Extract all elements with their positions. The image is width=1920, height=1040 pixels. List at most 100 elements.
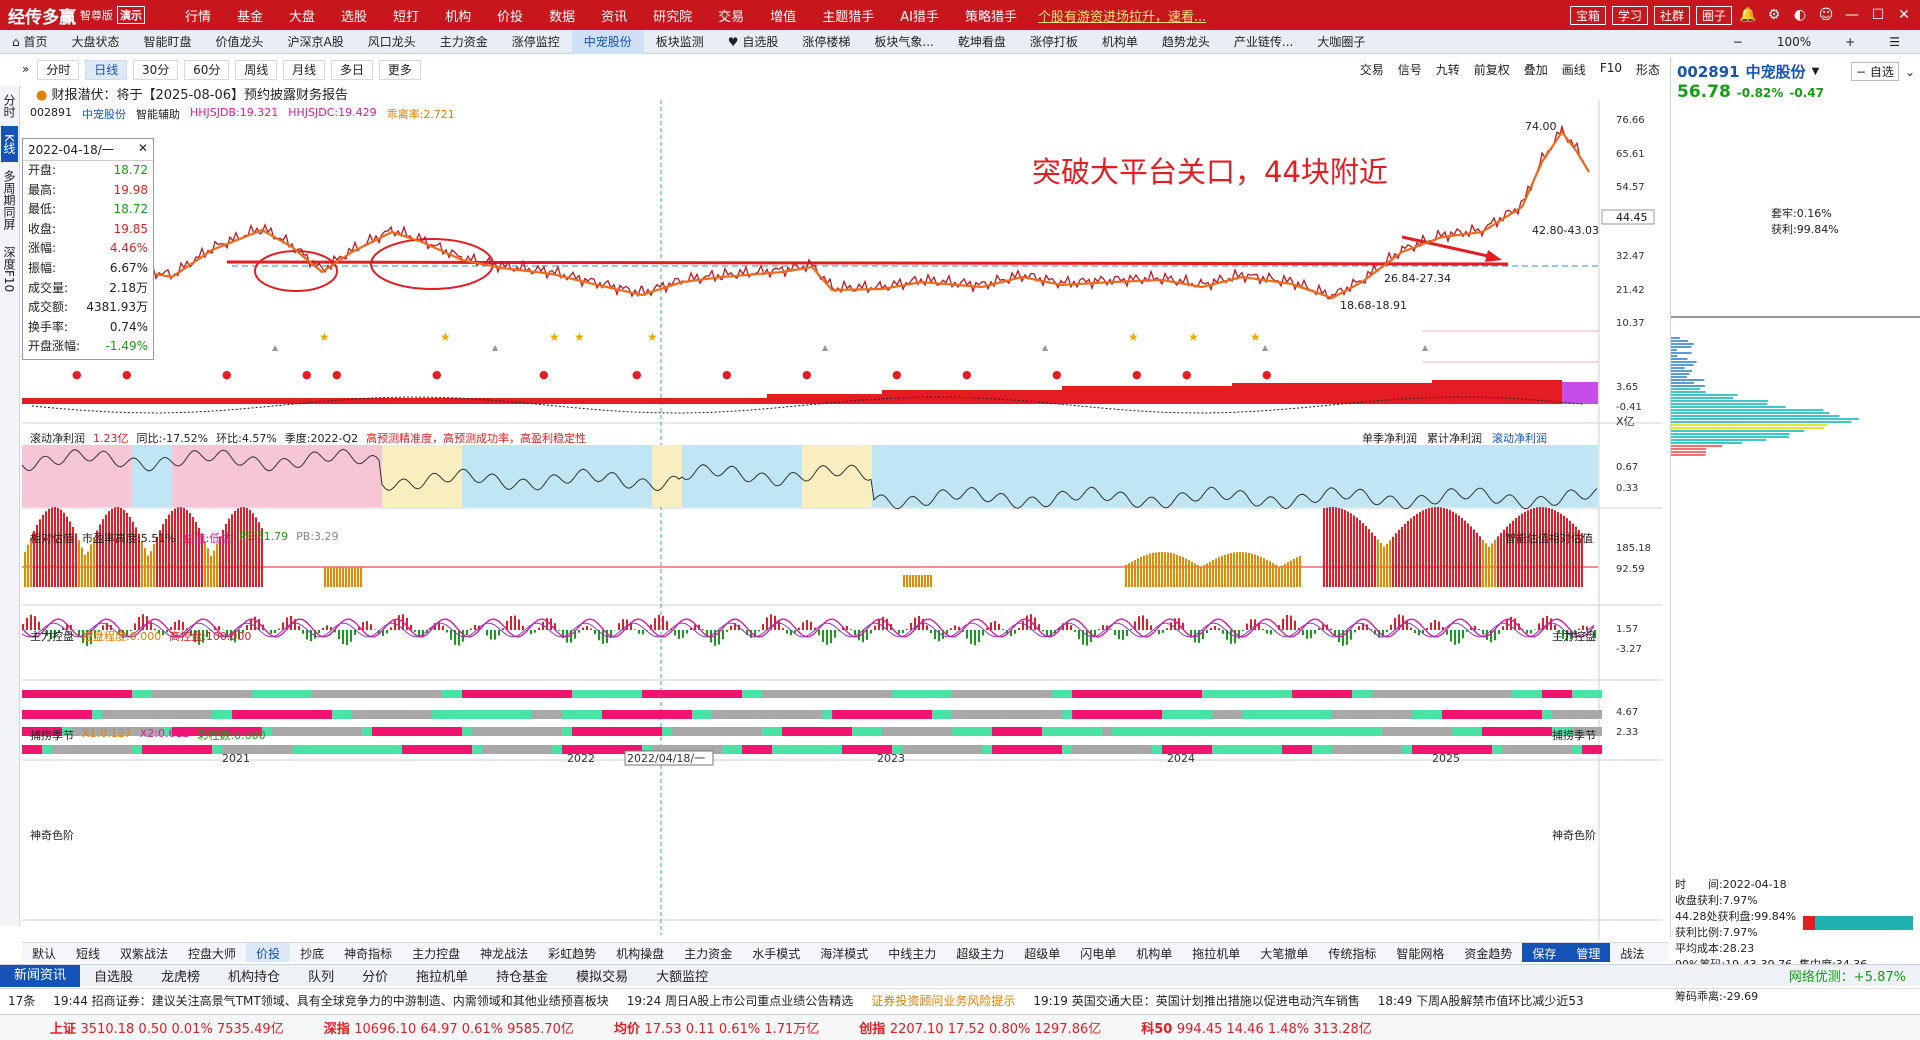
indicator-tab[interactable]: 双紫战法 (110, 943, 178, 962)
minimize-icon[interactable]: — (1842, 7, 1862, 23)
tool-overlay[interactable]: 叠加 (1524, 61, 1548, 78)
nav-minute[interactable]: 分时 (1, 86, 18, 126)
indicator-tab[interactable]: 神奇指标 (334, 943, 402, 962)
menu-ai-hunter[interactable]: AI猎手 (887, 6, 952, 25)
indicator-tab[interactable]: 智能网格 (1386, 943, 1454, 962)
close-icon[interactable]: ✕ (138, 141, 148, 158)
treasure-button[interactable]: 宝箱 (1570, 6, 1606, 25)
kline-chart-area[interactable]: 76.6665.6154.5744.4544.4532.4721.4210.37… (22, 100, 1670, 940)
indicator-tab[interactable]: 战法 (1610, 943, 1654, 962)
menu-value[interactable]: 价投 (484, 6, 536, 25)
period-daily[interactable]: 日线 (85, 60, 127, 80)
indicator-tab[interactable]: 传统指标 (1318, 943, 1386, 962)
nav-kline[interactable]: K线 (1, 126, 18, 162)
menu-strategy-hunter[interactable]: 策略猎手 (952, 6, 1030, 25)
more-icon[interactable]: ⌄ (1905, 65, 1915, 79)
indicator-tab[interactable]: 保存 (1522, 943, 1566, 962)
menu-research[interactable]: 研究院 (640, 6, 705, 25)
tool-pattern[interactable]: 形态 (1636, 61, 1660, 78)
tab-value-leader[interactable]: 价值龙头 (203, 33, 275, 50)
menu-trade[interactable]: 交易 (705, 6, 757, 25)
indicator-tab[interactable]: 抄底 (290, 943, 334, 962)
tab-limit-ladder[interactable]: 涨停楼梯 (790, 33, 862, 50)
indicator-tab[interactable]: 管理 (1566, 943, 1610, 962)
indicator-tab[interactable]: 控盘大师 (178, 943, 246, 962)
color-panel-right[interactable]: 神奇色阶 (1552, 827, 1596, 843)
indicator-tab[interactable]: 机构操盘 (606, 943, 674, 962)
dropdown-icon[interactable]: ▼ (1812, 66, 1820, 77)
learn-button[interactable]: 学习 (1612, 6, 1648, 25)
tab-expert-circle[interactable]: 大咖圈子 (1305, 33, 1377, 50)
indicator-tab[interactable]: 资金趋势 (1454, 943, 1522, 962)
indicator-tab[interactable]: 海洋模式 (810, 943, 878, 962)
period-more[interactable]: 更多 (379, 60, 421, 80)
tab-limit-up-monitor[interactable]: 涨停监控 (500, 33, 572, 50)
demo-badge[interactable]: 演示 (117, 6, 145, 24)
community-button[interactable]: 社群 (1654, 6, 1690, 25)
tab-smart-watch[interactable]: 智能盯盘 (131, 33, 203, 50)
indicator-tab[interactable]: 主力控盘 (402, 943, 470, 962)
close-icon[interactable]: ✕ (1894, 7, 1914, 23)
menu-theme-hunter[interactable]: 主题猎手 (809, 6, 887, 25)
tab-a-shares[interactable]: 沪深京A股 (276, 33, 356, 50)
period-multi-day[interactable]: 多日 (331, 60, 373, 80)
indicator-tab[interactable]: 机构单 (1126, 943, 1182, 962)
indicator-tab[interactable]: 大笔撤单 (1250, 943, 1318, 962)
bell-icon[interactable]: 🔔 (1738, 7, 1758, 23)
index-quote[interactable]: 创指 2207.10 17.52 0.80% 1297.86亿 (859, 1018, 1101, 1037)
maximize-icon[interactable]: ☐ (1868, 7, 1888, 23)
tab-sector-monitor[interactable]: 板块监测 (644, 33, 716, 50)
indicator-tab[interactable]: 超级单 (1014, 943, 1070, 962)
circle-button[interactable]: 圈子 (1696, 6, 1732, 25)
tab-sector-weather[interactable]: 板块气象... (862, 33, 945, 50)
index-quote[interactable]: 科50 994.45 14.46 1.48% 313.28亿 (1141, 1018, 1372, 1037)
skin-icon[interactable]: ◐ (1790, 7, 1810, 23)
tab-hot-leader[interactable]: 风口龙头 (356, 33, 428, 50)
indicator-tab[interactable]: 彩虹趋势 (538, 943, 606, 962)
bottom-tab[interactable]: 持仓基金 (482, 966, 562, 985)
bottom-tab[interactable]: 分价 (348, 966, 402, 985)
tab-institution-order[interactable]: 机构单 (1090, 33, 1150, 50)
indicator-tab[interactable]: 中线主力 (878, 943, 946, 962)
tab-market-view[interactable]: 乾坤看盘 (946, 33, 1018, 50)
indicator-tab[interactable]: 超级主力 (946, 943, 1014, 962)
tab-current-stock[interactable]: 中宠股份 (572, 30, 644, 54)
menu-institution[interactable]: 机构 (432, 6, 484, 25)
bottom-tab[interactable]: 大额监控 (642, 966, 722, 985)
news-item[interactable]: 19:24 周日A股上市公司重点业绩公告精选 (627, 992, 854, 1009)
nav-multi-period[interactable]: 多周期同屏 (1, 162, 18, 238)
menu-short[interactable]: 短打 (380, 6, 432, 25)
indicator-tab[interactable]: 价投 (246, 943, 290, 962)
indicator-tab[interactable]: 主力资金 (674, 943, 742, 962)
gear-icon[interactable]: ⚙ (1764, 7, 1784, 23)
zoom-out-icon[interactable]: − (1721, 35, 1755, 49)
bottom-tab[interactable]: 自选股 (80, 966, 147, 985)
tab-industry-chain[interactable]: 产业链传... (1222, 33, 1305, 50)
menu-fund[interactable]: 基金 (224, 6, 276, 25)
menu-news[interactable]: 资讯 (588, 6, 640, 25)
indicator-tab[interactable]: 默认 (22, 943, 66, 962)
tool-adjust[interactable]: 前复权 (1474, 61, 1510, 78)
menu-plus[interactable]: 增值 (757, 6, 809, 25)
zoom-in-icon[interactable]: + (1833, 35, 1867, 49)
user-icon[interactable]: ☺ (1816, 7, 1836, 23)
tab-trend-leader[interactable]: 趋势龙头 (1150, 33, 1222, 50)
news-item[interactable]: 19:44 招商证券：建议关注高景气TMT领域、具有全球竞争力的中游制造、内需领… (53, 992, 608, 1009)
bottom-tab[interactable]: 机构持仓 (214, 966, 294, 985)
indicator-tab[interactable]: 水手模式 (742, 943, 810, 962)
valuation-panel-right[interactable]: 智能估值相对估值 (1505, 530, 1593, 546)
indicator-tab[interactable]: 闪电单 (1070, 943, 1126, 962)
period-monthly[interactable]: 月线 (283, 60, 325, 80)
season-panel-right[interactable]: 捕捞季节 (1552, 727, 1596, 743)
watchlist-button[interactable]: − 自选 (1851, 62, 1899, 81)
period-minute[interactable]: 分时 (37, 60, 79, 80)
bottom-tab[interactable]: 队列 (294, 966, 348, 985)
indicator-tab[interactable]: 拖拉机单 (1182, 943, 1250, 962)
indicator-tab[interactable]: 神龙战法 (470, 943, 538, 962)
menu-data[interactable]: 数据 (536, 6, 588, 25)
tab-main-funds[interactable]: 主力资金 (428, 33, 500, 50)
period-weekly[interactable]: 周线 (235, 60, 277, 80)
bottom-tab[interactable]: 龙虎榜 (147, 966, 214, 985)
tool-draw[interactable]: 画线 (1562, 61, 1586, 78)
top-marquee[interactable]: 个股有游资进场拉升，速看... (1038, 6, 1206, 25)
